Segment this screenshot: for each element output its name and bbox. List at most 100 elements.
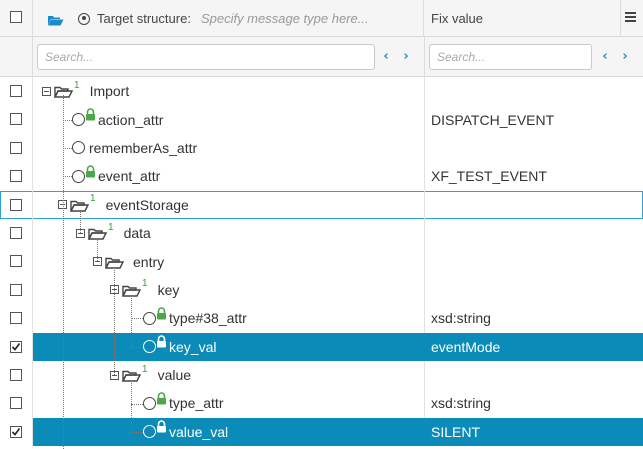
lock-icon bbox=[156, 335, 167, 348]
lock-icon bbox=[85, 136, 87, 149]
tree-node[interactable]: 1 key bbox=[110, 276, 179, 304]
fix-value-cell[interactable]: xsd:string bbox=[424, 389, 643, 418]
tree-node[interactable]: type_attr bbox=[143, 389, 223, 417]
folder-open-icon bbox=[121, 369, 142, 382]
tree-row-type-38-attr[interactable]: type#38_attr xsd:string bbox=[0, 304, 643, 333]
lock-icon bbox=[156, 392, 167, 405]
tree-connector-line bbox=[131, 381, 132, 432]
fix-value-cell[interactable] bbox=[424, 190, 643, 219]
tree-node[interactable]: 1 value bbox=[110, 361, 191, 389]
tree-node[interactable]: 1 Import bbox=[42, 77, 129, 105]
fix-value-cell[interactable]: xsd:string bbox=[424, 304, 643, 333]
tree-connector-line bbox=[131, 403, 143, 405]
tree-node[interactable]: event_attr bbox=[72, 162, 160, 190]
fix-value-search-input[interactable] bbox=[429, 44, 592, 70]
fix-value-cell[interactable] bbox=[424, 133, 643, 163]
chevron-right-icon[interactable]: › bbox=[400, 50, 412, 64]
fix-value-cell[interactable] bbox=[424, 360, 643, 390]
folder-open-icon bbox=[104, 256, 125, 269]
tree-node-label: key_val bbox=[169, 338, 217, 355]
fix-value-cell[interactable]: eventMode bbox=[424, 332, 643, 361]
tree-row-key[interactable]: 1 key bbox=[0, 275, 643, 305]
occurrence-count: 1 bbox=[74, 79, 80, 91]
target-structure-column-header: Target structure: Specify message type h… bbox=[33, 0, 424, 37]
tree-row-eventstorage[interactable]: 1 eventStorage bbox=[0, 190, 643, 219]
row-checkbox[interactable] bbox=[10, 283, 22, 296]
fix-value-cell[interactable] bbox=[424, 77, 643, 106]
tree-row-type-attr[interactable]: type_attr xsd:string bbox=[0, 389, 643, 418]
tree-connector-line bbox=[63, 176, 72, 178]
tree-row-action-attr[interactable]: action_attr DISPATCH_EVENT bbox=[0, 105, 643, 134]
fix-value-cell[interactable] bbox=[424, 247, 643, 276]
row-checkbox-cell bbox=[0, 304, 33, 333]
message-type-placeholder[interactable]: Specify message type here... bbox=[201, 11, 369, 26]
row-checkbox[interactable] bbox=[10, 425, 22, 438]
attribute-circle-icon bbox=[72, 169, 85, 183]
fix-value-cell[interactable]: XF_TEST_EVENT bbox=[424, 162, 643, 191]
tree-row-import[interactable]: 1 Import bbox=[0, 77, 643, 106]
tree-node-label: value_val bbox=[169, 423, 229, 440]
tree-node-label: type_attr bbox=[169, 395, 224, 412]
fix-value-cell[interactable]: DISPATCH_EVENT bbox=[424, 105, 643, 134]
tree-node[interactable]: 1 eventStorage bbox=[58, 191, 189, 219]
lock-icon bbox=[156, 307, 167, 320]
tree-row-value-val[interactable]: value_val SILENT bbox=[0, 417, 643, 447]
row-checkbox[interactable] bbox=[10, 113, 22, 126]
row-checkbox[interactable] bbox=[10, 226, 22, 239]
tree-node-label: eventStorage bbox=[105, 196, 189, 213]
fix-value-cell[interactable] bbox=[424, 218, 643, 248]
tree-node[interactable]: 1 data bbox=[76, 219, 151, 247]
collapse-toggle-icon[interactable] bbox=[42, 86, 51, 96]
tree-connector-line bbox=[131, 295, 132, 347]
tree-node-label: Import bbox=[89, 83, 130, 100]
row-checkbox-cell bbox=[0, 389, 33, 418]
fix-value-cell[interactable]: SILENT bbox=[424, 417, 643, 447]
tree-row-key-val[interactable]: key_val eventMode bbox=[0, 332, 643, 361]
filter-checkbox-cell bbox=[0, 37, 33, 77]
row-checkbox-cell bbox=[0, 332, 33, 361]
tree-row-rememberas-attr[interactable]: rememberAs_attr bbox=[0, 133, 643, 163]
row-checkbox-cell bbox=[0, 275, 33, 305]
row-checkbox[interactable] bbox=[10, 340, 22, 353]
chevron-right-icon[interactable]: › bbox=[619, 50, 631, 64]
row-checkbox-cell bbox=[0, 417, 33, 447]
tree-connector-line bbox=[63, 119, 72, 121]
tree-row-value[interactable]: 1 value bbox=[0, 360, 643, 390]
tree-node-label: data bbox=[123, 225, 151, 242]
tree-node[interactable]: rememberAs_attr bbox=[72, 134, 197, 162]
row-checkbox-cell bbox=[0, 162, 33, 191]
row-checkbox[interactable] bbox=[10, 85, 22, 97]
row-checkbox-cell bbox=[0, 218, 33, 248]
row-checkbox[interactable] bbox=[10, 255, 22, 268]
filter-separator bbox=[424, 37, 425, 77]
occurrence-count: 1 bbox=[142, 363, 148, 375]
tree-node[interactable]: type#38_attr bbox=[143, 304, 247, 332]
lock-icon bbox=[156, 420, 167, 433]
open-folder-icon[interactable] bbox=[47, 13, 64, 25]
attribute-circle-icon bbox=[143, 396, 156, 410]
tree-row-event-attr[interactable]: event_attr XF_TEST_EVENT bbox=[0, 162, 643, 191]
row-checkbox[interactable] bbox=[10, 198, 22, 211]
fix-value-cell[interactable] bbox=[424, 275, 643, 305]
chevron-left-icon[interactable]: ‹ bbox=[380, 50, 392, 64]
row-checkbox[interactable] bbox=[10, 141, 22, 154]
tree-node[interactable]: entry bbox=[93, 247, 164, 275]
target-radio-icon[interactable] bbox=[78, 12, 90, 25]
chevron-left-icon[interactable]: ‹ bbox=[599, 50, 611, 64]
attribute-circle-icon bbox=[143, 311, 156, 325]
row-checkbox[interactable] bbox=[10, 397, 22, 410]
tree-node[interactable]: value_val bbox=[143, 418, 228, 446]
target-search-input[interactable] bbox=[37, 44, 375, 70]
tree-node[interactable]: key_val bbox=[143, 333, 216, 361]
column-menu[interactable] bbox=[621, 0, 643, 37]
row-checkbox[interactable] bbox=[10, 170, 22, 183]
grid-header: Target structure: Specify message type h… bbox=[0, 0, 643, 37]
folder-open-icon bbox=[69, 199, 90, 212]
tree-node[interactable]: action_attr bbox=[72, 105, 163, 133]
select-all-checkbox[interactable] bbox=[10, 11, 22, 23]
header-checkbox-cell bbox=[0, 0, 33, 37]
fix-value-column-header: Fix value bbox=[424, 0, 621, 37]
row-checkbox[interactable] bbox=[10, 368, 22, 381]
hamburger-menu-icon[interactable] bbox=[625, 12, 636, 23]
row-checkbox[interactable] bbox=[10, 312, 22, 325]
